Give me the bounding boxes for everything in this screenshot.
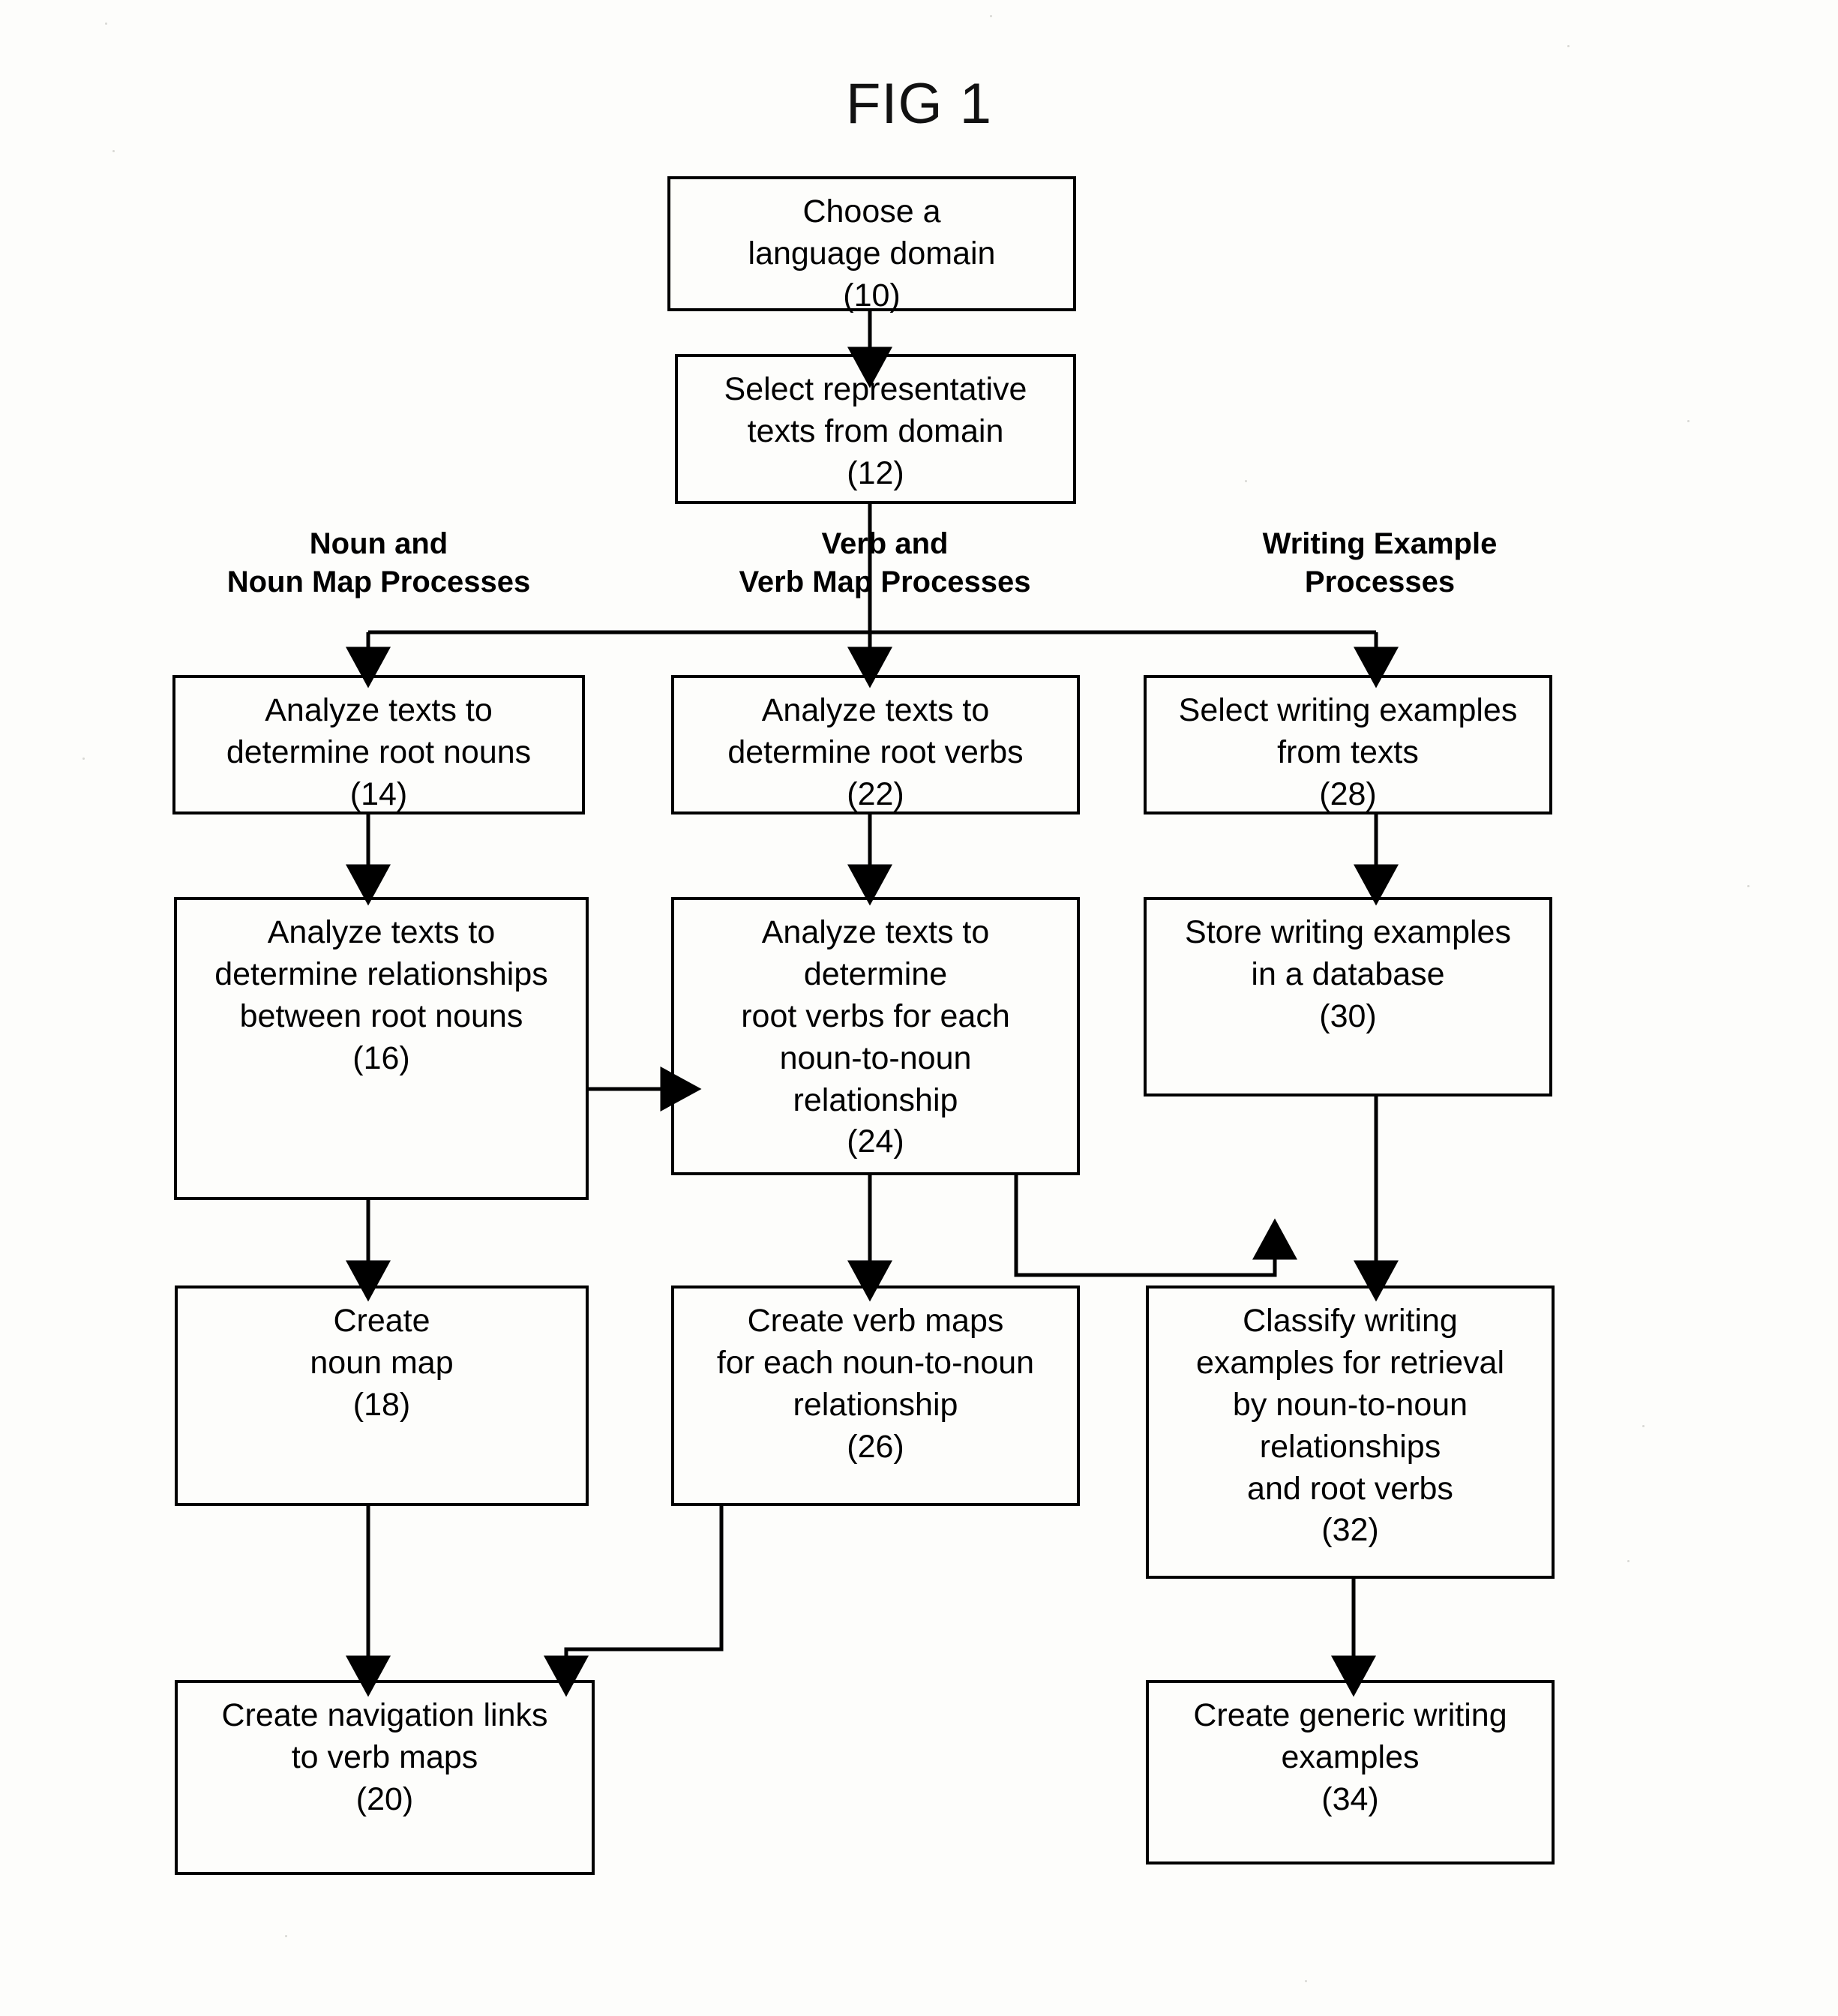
process-box-12-label: Select representative texts from domain … [724, 371, 1027, 491]
process-box-12[interactable]: Select representative texts from domain … [675, 354, 1076, 504]
scan-speckle [1245, 480, 1247, 482]
process-box-14-label: Analyze texts to determine root nouns (1… [226, 692, 532, 812]
scan-speckle [1687, 420, 1690, 422]
process-box-16[interactable]: Analyze texts to determine relationships… [174, 897, 589, 1200]
scan-speckle [1627, 1560, 1630, 1562]
process-box-10-label: Choose a language domain (10) [748, 194, 996, 314]
process-box-30[interactable]: Store writing examples in a database (30… [1144, 897, 1552, 1096]
process-box-20[interactable]: Create navigation links to verb maps (20… [175, 1680, 595, 1875]
process-box-30-label: Store writing examples in a database (30… [1185, 914, 1511, 1034]
scan-speckle [112, 150, 115, 152]
process-box-34[interactable]: Create generic writing examples (34) [1146, 1680, 1555, 1864]
scan-speckle [1747, 885, 1750, 887]
column-header-writing: Writing Example Processes [1262, 527, 1498, 599]
process-box-24-label: Analyze texts to determine root verbs fo… [741, 914, 1010, 1160]
column-header-verb: Verb and Verb Map Processes [739, 527, 1031, 599]
process-box-28-label: Select writing examples from texts (28) [1178, 692, 1518, 812]
scan-speckle [1642, 1425, 1645, 1427]
edge-26-to-20 [544, 1506, 724, 1697]
scan-speckle [285, 1935, 287, 1937]
column-header-noun: Noun and Noun Map Processes [226, 527, 531, 599]
process-box-14[interactable]: Analyze texts to determine root nouns (1… [172, 675, 585, 814]
process-box-26[interactable]: Create verb maps for each noun-to-noun r… [671, 1286, 1080, 1506]
scan-speckle [990, 15, 992, 17]
edge-24-to-32-head [1014, 1175, 1297, 1277]
edge-24-to-32 [1014, 1175, 1277, 1277]
process-box-18-label: Create noun map (18) [310, 1303, 454, 1423]
process-box-18[interactable]: Create noun map (18) [175, 1286, 589, 1506]
process-box-32[interactable]: Classify writing examples for retrieval … [1146, 1286, 1555, 1579]
scan-speckle [1567, 45, 1570, 47]
process-box-32-label: Classify writing examples for retrieval … [1195, 1303, 1505, 1549]
process-box-34-label: Create generic writing examples (34) [1193, 1697, 1507, 1817]
process-box-22-label: Analyze texts to determine root verbs (2… [727, 692, 1024, 812]
process-box-24[interactable]: Analyze texts to determine root verbs fo… [671, 897, 1080, 1175]
scan-speckle [1305, 1980, 1307, 1982]
scan-speckle [82, 758, 85, 760]
process-box-22[interactable]: Analyze texts to determine root verbs (2… [671, 675, 1080, 814]
process-box-16-label: Analyze texts to determine relationships… [214, 914, 548, 1076]
figure-title: FIG 1 [845, 72, 993, 136]
process-box-28[interactable]: Select writing examples from texts (28) [1144, 675, 1552, 814]
process-box-10[interactable]: Choose a language domain (10) [667, 176, 1076, 314]
figure-page: FIG 1 Noun and Noun Map Processes Verb a… [0, 0, 1838, 2016]
scan-speckle [105, 22, 107, 25]
process-box-20-label: Create navigation links to verb maps (20… [221, 1697, 548, 1817]
process-box-26-label: Create verb maps for each noun-to-noun r… [716, 1303, 1035, 1465]
